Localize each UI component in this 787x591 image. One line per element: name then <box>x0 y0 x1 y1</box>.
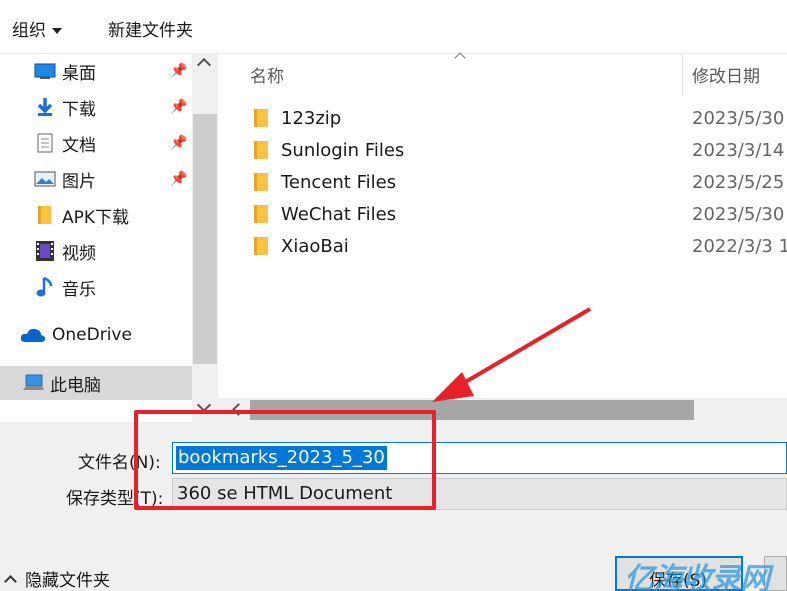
column-divider[interactable] <box>682 54 683 96</box>
computer-icon <box>22 373 44 393</box>
pin-icon[interactable]: 📌 <box>170 99 187 115</box>
nav-item-videos[interactable]: 视频 <box>0 234 192 268</box>
folder-icon <box>254 237 268 255</box>
nav-item-label: 此电脑 <box>50 375 101 396</box>
picture-icon <box>34 169 56 189</box>
new-folder-button[interactable]: 新建文件夹 <box>108 16 193 41</box>
nav-item-downloads[interactable]: 下载 📌 <box>0 90 192 124</box>
column-header-name[interactable]: 名称 <box>250 62 284 87</box>
folder-icon <box>254 173 268 191</box>
table-row[interactable]: XiaoBai 2022/3/3 1 <box>218 230 787 262</box>
file-name: Sunlogin Files <box>281 139 405 161</box>
file-date: 2023/5/25 <box>692 171 785 193</box>
folder-icon <box>34 205 56 225</box>
nav-item-apk-downloads[interactable]: APK下载 <box>0 198 192 232</box>
nav-item-documents[interactable]: 文档 📌 <box>0 126 192 160</box>
nav-item-label: 下载 <box>62 99 96 120</box>
nav-item-pictures[interactable]: 图片 📌 <box>0 162 192 196</box>
nav-item-onedrive[interactable]: OneDrive <box>0 318 192 352</box>
folder-icon <box>254 205 268 223</box>
chevron-up-icon <box>4 575 17 588</box>
chevron-down-icon <box>52 28 62 34</box>
nav-item-music[interactable]: 音乐 <box>0 270 192 304</box>
nav-item-label: APK下载 <box>62 207 130 228</box>
sort-ascending-icon <box>454 52 466 64</box>
toolbar: 组织 新建文件夹 <box>0 0 787 54</box>
pin-icon[interactable]: 📌 <box>170 171 187 187</box>
video-icon <box>34 241 56 261</box>
hide-folders-label: 隐藏文件夹 <box>25 571 110 591</box>
nav-item-desktop[interactable]: 桌面 📌 <box>0 54 192 88</box>
folder-icon <box>254 141 268 159</box>
table-row[interactable]: Tencent Files 2023/5/25 <box>218 166 787 198</box>
nav-item-label: 音乐 <box>62 279 96 300</box>
nav-item-label: OneDrive <box>52 325 132 345</box>
navigation-pane: 桌面 📌 下载 📌 文档 📌 图片 📌 APK下载 视频 音乐 OneDrive… <box>0 54 218 422</box>
file-date: 2023/5/30 <box>692 203 785 225</box>
folder-icon <box>254 109 268 127</box>
watermark-logo: 亿海收录网 <box>624 562 770 591</box>
file-list: 名称 修改日期 123zip 2023/5/30 Sunlogin Files … <box>218 52 787 398</box>
nav-item-label: 图片 <box>62 171 96 192</box>
pin-icon[interactable]: 📌 <box>170 63 187 79</box>
annotation-highlight-box <box>134 410 436 510</box>
desktop-icon <box>34 61 56 81</box>
nav-item-label: 桌面 <box>62 63 96 84</box>
download-icon <box>34 97 56 117</box>
nav-scrollbar[interactable] <box>192 54 218 422</box>
table-row[interactable]: WeChat Files 2023/5/30 <box>218 198 787 230</box>
file-date: 2022/3/3 1 <box>692 235 787 257</box>
scrollbar-thumb[interactable] <box>193 114 217 364</box>
organize-label: 组织 <box>12 21 46 41</box>
pin-icon[interactable]: 📌 <box>170 135 187 151</box>
nav-item-label: 视频 <box>62 243 96 264</box>
cloud-icon <box>20 325 46 345</box>
file-name: XiaoBai <box>281 235 349 257</box>
file-name: Tencent Files <box>281 171 397 193</box>
table-row[interactable]: Sunlogin Files 2023/3/14 <box>218 134 787 166</box>
organize-button[interactable]: 组织 <box>12 16 62 41</box>
file-name: 123zip <box>281 107 342 129</box>
table-row[interactable]: 123zip 2023/5/30 <box>218 102 787 134</box>
file-date: 2023/5/30 <box>692 107 785 129</box>
nav-item-label: 文档 <box>62 135 96 156</box>
document-icon <box>34 133 56 153</box>
file-name: WeChat Files <box>281 203 397 225</box>
chevron-up-icon[interactable] <box>196 57 212 73</box>
nav-item-this-pc[interactable]: 此电脑 <box>0 366 192 400</box>
column-header-date[interactable]: 修改日期 <box>692 62 760 87</box>
hide-folders-toggle[interactable]: 隐藏文件夹 <box>2 566 110 591</box>
file-date: 2023/3/14 <box>692 139 785 161</box>
music-icon <box>34 276 56 297</box>
